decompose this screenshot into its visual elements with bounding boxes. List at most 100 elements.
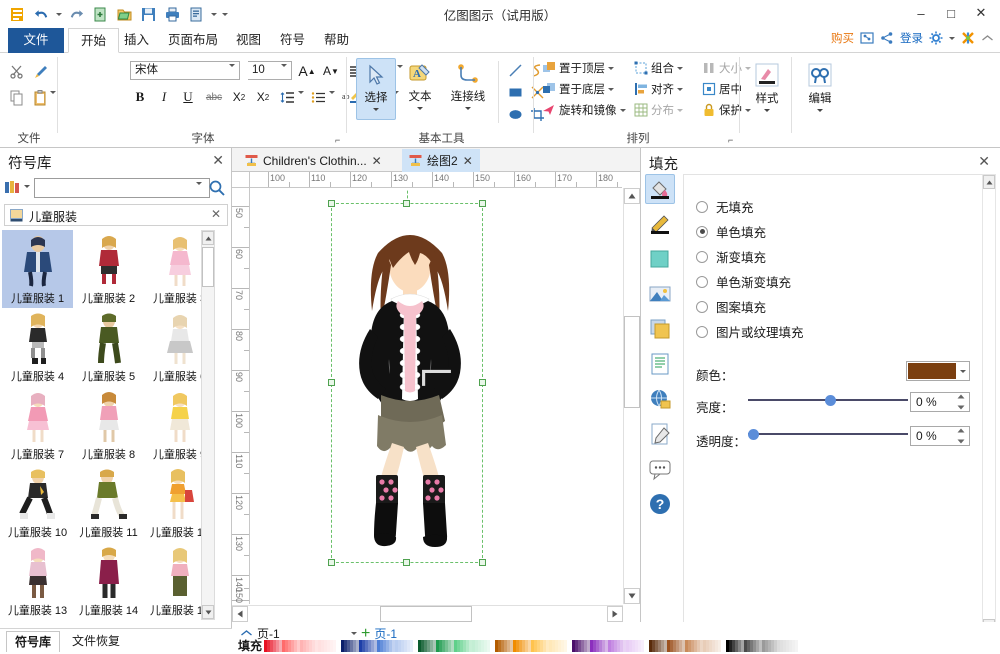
share-box-icon[interactable]	[860, 31, 874, 45]
tool-text[interactable]: A 文本	[400, 58, 440, 120]
picture-icon[interactable]	[645, 279, 675, 309]
tab-file[interactable]: 文件	[8, 28, 64, 53]
symbol-panel-close-icon[interactable]: ✕	[212, 152, 224, 169]
transparency-slider[interactable]	[748, 427, 908, 441]
library-books-icon[interactable]	[4, 180, 22, 196]
slider-knob[interactable]	[748, 428, 759, 440]
close-button[interactable]: ✕	[966, 0, 996, 26]
layer-icon[interactable]	[645, 314, 675, 344]
tab-symbols[interactable]: 符号	[268, 28, 317, 53]
fill-option-picture-texture[interactable]: 图片或纹理填充	[696, 322, 804, 341]
canvas-hscroll-thumb[interactable]	[380, 606, 472, 622]
cut-icon[interactable]	[6, 61, 28, 83]
comment-icon[interactable]	[645, 454, 675, 484]
symbol-item[interactable]: 儿童服装 2	[73, 230, 144, 308]
font-size-dropdown-icon[interactable]	[281, 64, 287, 81]
symbol-item[interactable]: 儿童服装 5	[73, 308, 144, 386]
font-dialog-launcher[interactable]: ⌐	[335, 135, 345, 145]
edit-dropdown-icon[interactable]	[817, 109, 823, 112]
panel-tab-file-recovery[interactable]: 文件恢复	[64, 631, 128, 652]
page-edit-icon[interactable]	[645, 419, 675, 449]
globe-icon[interactable]	[645, 384, 675, 414]
symbol-scrollbar[interactable]	[201, 230, 215, 620]
resize-handle-sw[interactable]	[328, 559, 335, 566]
symbol-search-dropdown-icon[interactable]	[196, 182, 202, 199]
canvas-vertical-scrollbar[interactable]	[623, 188, 640, 604]
ellipse-shape-icon[interactable]	[506, 105, 524, 123]
share-icon[interactable]	[880, 31, 894, 45]
arrange-dialog-launcher[interactable]: ⌐	[728, 135, 738, 145]
arrange-align[interactable]: 对齐	[631, 80, 686, 98]
maximize-button[interactable]: □	[936, 0, 966, 26]
copy-icon[interactable]	[6, 87, 28, 109]
doc-tab-children-clothing[interactable]: Children's Clothin... ✕	[238, 149, 389, 172]
canvas-horizontal-scrollbar[interactable]	[232, 605, 623, 622]
bullet-list-dropdown-icon[interactable]	[329, 91, 335, 108]
arrange-group[interactable]: 组合	[631, 59, 686, 77]
tab-page-layout[interactable]: 页面布局	[156, 28, 230, 53]
brand-icon[interactable]	[961, 31, 975, 45]
drawing-canvas[interactable]: ⌐	[251, 189, 622, 604]
settings-dropdown-icon[interactable]	[949, 36, 955, 40]
symbol-search-input[interactable]	[34, 178, 210, 198]
canvas-scroll-up-icon[interactable]	[624, 188, 640, 204]
collapse-ribbon-icon[interactable]	[981, 34, 994, 43]
scroll-up-icon[interactable]	[983, 175, 995, 189]
line-shape-icon[interactable]	[506, 61, 524, 79]
tool-text-dropdown-icon[interactable]	[417, 107, 423, 110]
symbol-item[interactable]: 儿童服装 10	[2, 464, 73, 542]
edit-button[interactable]: 编辑	[800, 58, 840, 120]
fill-option-pattern[interactable]: 图案填充	[696, 297, 766, 316]
decrease-font-size-icon[interactable]: A ▼	[320, 61, 342, 81]
paste-dropdown-icon[interactable]	[50, 91, 56, 108]
document-icon[interactable]	[645, 349, 675, 379]
fill-option-solid[interactable]: 单色填充	[696, 222, 766, 241]
arrange-bring-to-front[interactable]: 置于顶层	[539, 59, 617, 77]
resize-handle-nw[interactable]	[328, 200, 335, 207]
resize-handle-ne[interactable]	[479, 200, 486, 207]
resize-handle-se[interactable]	[479, 559, 486, 566]
arrange-distribute[interactable]: 分布	[631, 101, 686, 119]
doc-tab-close-icon[interactable]: ✕	[463, 154, 473, 168]
line-spacing-icon[interactable]	[277, 87, 297, 107]
format-painter-icon[interactable]	[30, 61, 52, 83]
scroll-up-icon[interactable]	[202, 231, 214, 245]
style-dropdown-icon[interactable]	[764, 109, 770, 112]
transparency-input[interactable]: 0 %	[910, 426, 970, 446]
palette-swatches[interactable]	[264, 639, 799, 652]
minimize-button[interactable]: –	[906, 0, 936, 26]
symbol-item[interactable]: 儿童服装 13	[2, 542, 73, 620]
tab-help[interactable]: 帮助	[312, 28, 361, 53]
arrange-send-to-back[interactable]: 置于底层	[539, 80, 617, 98]
symbol-item[interactable]: 儿童服装 1	[2, 230, 73, 308]
panel-tab-symbol-library[interactable]: 符号库	[6, 631, 61, 652]
strikethrough-icon[interactable]: abc	[203, 87, 225, 107]
doc-tab-close-icon[interactable]: ✕	[372, 154, 382, 168]
fill-panel-scrollbar[interactable]	[982, 174, 996, 634]
library-dropdown-icon[interactable]	[24, 185, 30, 188]
resize-handle-s[interactable]	[403, 559, 410, 566]
canvas-vscroll-thumb[interactable]	[624, 316, 640, 408]
italic-icon[interactable]: I	[154, 87, 174, 107]
spinner-arrows[interactable]	[957, 428, 967, 444]
login-link[interactable]: 登录	[900, 30, 923, 46]
brightness-slider[interactable]	[748, 393, 908, 407]
fill-option-mono-gradient[interactable]: 单色渐变填充	[696, 272, 791, 291]
brightness-input[interactable]: 0 %	[910, 392, 970, 412]
symbol-item[interactable]: 儿童服装 11	[73, 464, 144, 542]
fill-option-gradient[interactable]: 渐变填充	[696, 247, 766, 266]
slider-knob[interactable]	[825, 394, 837, 406]
font-family-dropdown-icon[interactable]	[229, 64, 235, 81]
tab-insert[interactable]: 插入	[112, 28, 161, 53]
subscript-icon[interactable]: X2	[229, 87, 249, 107]
help-icon[interactable]: ?	[645, 489, 675, 519]
resize-handle-w[interactable]	[328, 379, 335, 386]
tool-select[interactable]: 选择	[356, 58, 396, 120]
font-family-input[interactable]: 宋体	[130, 61, 240, 80]
rectangle-shape-icon[interactable]	[506, 83, 524, 101]
increase-font-size-icon[interactable]: A ▲	[296, 61, 318, 81]
category-close-icon[interactable]: ✕	[211, 207, 221, 221]
fill-color-picker[interactable]	[906, 361, 970, 381]
buy-link[interactable]: 购买	[831, 30, 854, 46]
arrange-rotate-mirror[interactable]: 旋转和镜像	[539, 101, 629, 119]
